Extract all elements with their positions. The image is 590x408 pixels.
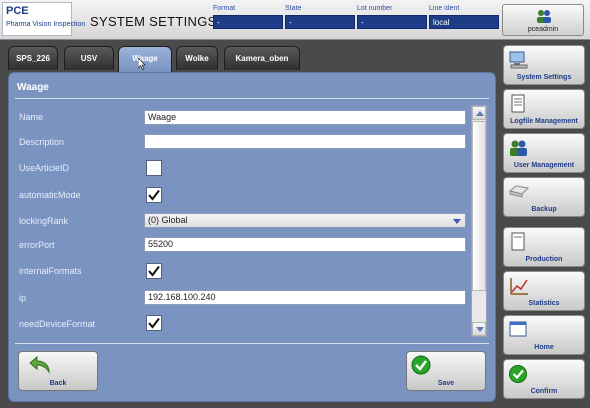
description-field[interactable] [144, 134, 466, 149]
lot-number-value: - [357, 15, 427, 29]
back-button[interactable]: Back [18, 351, 98, 391]
sidebar-label-production: Production [525, 256, 563, 263]
ip-label: ip [19, 293, 27, 303]
page-title: SYSTEM SETTINGS [90, 14, 217, 29]
tab-wolke[interactable]: Wolke [176, 46, 218, 70]
need-device-format-label: needDeviceFormat [19, 319, 96, 329]
sidebar-item-confirm[interactable]: Confirm [503, 359, 585, 399]
sidebar-label-system-settings: System Settings [516, 74, 572, 81]
automatic-mode-label: automaticMode [19, 190, 81, 200]
users-icon [537, 10, 551, 23]
sidebar-label-user-management: User Management [513, 162, 575, 169]
checkmark-icon [148, 189, 160, 201]
internal-formats-label: internalFormats [19, 266, 82, 276]
name-label: Name [19, 112, 44, 122]
error-port-field[interactable]: 55200 [144, 237, 466, 252]
mouse-cursor-icon [138, 58, 146, 70]
ip-field[interactable]: 192.168.100.240 [144, 290, 466, 305]
sidebar-item-home[interactable]: Home [503, 315, 585, 355]
window-icon [509, 321, 527, 337]
sidebar-item-production[interactable]: Production [503, 227, 585, 267]
sidebar-label-home: Home [534, 344, 554, 351]
sidebar-label-statistics: Statistics [528, 300, 560, 307]
user-button[interactable]: pceadmin [502, 4, 584, 36]
checkmark-circle-icon [411, 355, 431, 375]
sidebar-item-system-settings[interactable]: System Settings [503, 45, 585, 85]
lot-number-info: Lot number - [357, 5, 427, 29]
format-value: - [213, 15, 283, 29]
tab-usv[interactable]: USV [64, 46, 114, 70]
internal-formats-checkbox[interactable] [146, 263, 162, 279]
tab-kamera-oben[interactable]: Kamera_oben [224, 46, 300, 70]
scroll-down-button[interactable] [472, 322, 486, 336]
back-label: Back [49, 380, 67, 387]
lot-number-label: Lot number [357, 5, 393, 12]
sidebar-label-confirm: Confirm [530, 388, 558, 395]
document-icon [511, 94, 525, 113]
settings-panel: Waage Name Waage Description UseArticleI… [8, 72, 496, 402]
dropdown-arrow-icon [453, 219, 461, 224]
company-logo: PCE Pharma Vision Inspection [2, 2, 85, 36]
sidebar-label-backup: Backup [531, 206, 557, 213]
document-icon [511, 232, 525, 251]
logo-text-sub: Pharma Vision Inspection [6, 21, 86, 28]
sidebar-item-backup[interactable]: Backup [503, 177, 585, 217]
sidebar-label-logfile-management: Logfile Management [510, 118, 578, 125]
arrow-up-icon [476, 111, 484, 116]
scroll-up-button[interactable] [472, 106, 486, 120]
panel-title: Waage [17, 82, 49, 93]
name-field[interactable]: Waage [144, 110, 466, 125]
sidebar-item-statistics[interactable]: Statistics [503, 271, 585, 311]
save-button[interactable]: Save [406, 351, 486, 391]
locking-rank-label: lockingRank [19, 216, 69, 226]
logo-text-main: PCE [6, 5, 29, 17]
checkmark-icon [509, 365, 527, 383]
save-label: Save [437, 380, 455, 387]
automatic-mode-checkbox[interactable] [146, 187, 162, 203]
sidebar-item-user-management[interactable]: User Management [503, 133, 585, 173]
tab-sps-226[interactable]: SPS_226 [8, 46, 58, 70]
chart-icon [510, 278, 528, 295]
top-bar: PCE Pharma Vision Inspection SYSTEM SETT… [0, 0, 590, 40]
checkmark-icon [148, 265, 160, 277]
format-info: Format - [213, 5, 283, 29]
description-label: Description [19, 137, 65, 147]
settings-scrollbar[interactable] [471, 105, 487, 337]
state-value: - [285, 15, 355, 29]
back-arrow-icon [29, 356, 50, 374]
state-label: State [285, 5, 302, 12]
format-label: Format [213, 5, 236, 12]
user-name: pceadmin [527, 26, 559, 33]
error-port-label: errorPort [19, 240, 55, 250]
computer-icon [509, 51, 528, 69]
backup-drive-icon [508, 185, 530, 198]
users-icon [510, 140, 527, 156]
line-ident-label: Line ident [429, 5, 460, 12]
checkmark-icon [148, 317, 160, 329]
locking-rank-value: (0) Global [148, 215, 188, 225]
locking-rank-select[interactable]: (0) Global [144, 213, 466, 228]
line-ident-value: local [429, 15, 499, 29]
arrow-down-icon [476, 327, 484, 332]
use-article-id-checkbox[interactable] [146, 160, 162, 176]
sidebar-item-logfile-management[interactable]: Logfile Management [503, 89, 585, 129]
bottom-divider [15, 343, 489, 344]
need-device-format-checkbox[interactable] [146, 315, 162, 331]
state-info: State - [285, 5, 355, 29]
use-article-id-label: UseArticleID [19, 163, 70, 173]
line-ident-info: Line ident local [429, 5, 499, 29]
title-divider [15, 98, 489, 99]
scroll-thumb[interactable] [472, 121, 486, 291]
